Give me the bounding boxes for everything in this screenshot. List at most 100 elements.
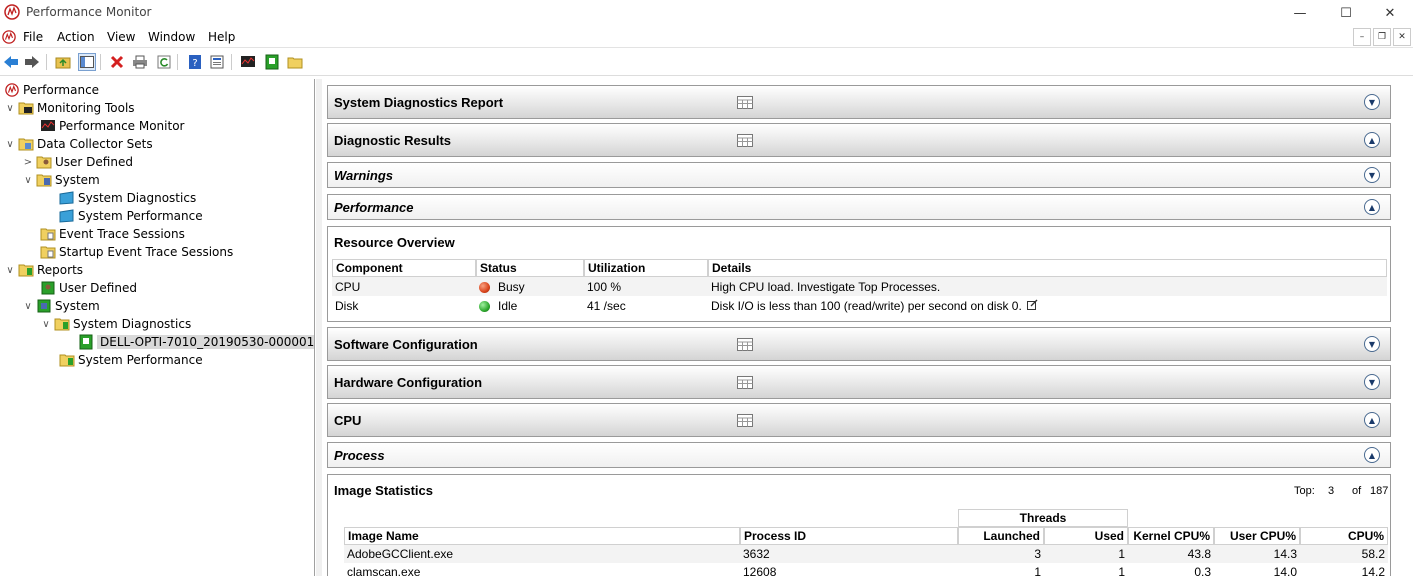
close-button[interactable]: ✕ xyxy=(1367,0,1413,26)
expand-toggle-icon[interactable]: ▼ xyxy=(1364,336,1380,352)
tree-node-performance-monitor[interactable]: Performance Monitor xyxy=(40,117,184,135)
perfmon-icon xyxy=(4,82,20,98)
table-icon[interactable] xyxy=(737,96,753,109)
expand-toggle-icon[interactable]: ▼ xyxy=(1364,374,1380,390)
resource-overview-table: Component Status Utilization Details CPU… xyxy=(332,259,1387,315)
column-header[interactable]: Image Name xyxy=(344,527,740,545)
mdi-restore-button[interactable]: ❐ xyxy=(1373,28,1391,46)
tree-node-data-collector-sets[interactable]: ∨ Data Collector Sets xyxy=(4,135,152,153)
busy-status-icon xyxy=(479,281,490,293)
section-hardware-configuration-header[interactable]: Hardware Configuration ▼ xyxy=(327,365,1391,399)
column-header[interactable]: Process ID xyxy=(740,527,958,545)
column-header[interactable]: Utilization xyxy=(584,259,708,277)
tree-node-performance[interactable]: Performance xyxy=(4,81,99,99)
section-performance-header[interactable]: Performance ▲ xyxy=(327,194,1391,220)
resource-overview-box: Resource Overview Component Status Utili… xyxy=(327,226,1391,322)
expand-toggle-icon[interactable]: ▼ xyxy=(1364,94,1380,110)
details-cell: High CPU load. Investigate Top Processes… xyxy=(708,277,1387,296)
report-icon[interactable] xyxy=(263,53,281,71)
data-collector-icon xyxy=(59,208,75,224)
back-icon[interactable] xyxy=(2,53,20,71)
up-folder-icon[interactable] xyxy=(54,53,72,71)
mdi-close-button[interactable]: ✕ xyxy=(1393,28,1411,46)
print-icon[interactable] xyxy=(131,53,149,71)
top-count[interactable]: 3 xyxy=(1328,485,1334,497)
chevron-down-icon[interactable]: ∨ xyxy=(40,319,52,330)
tree-node-system-diagnostics[interactable]: System Diagnostics xyxy=(59,189,196,207)
column-header[interactable]: Status xyxy=(476,259,584,277)
user-cpu-cell: 14.3 xyxy=(1214,545,1300,563)
section-title: Process xyxy=(334,448,385,463)
title-bar: Performance Monitor — ☐ ✕ xyxy=(0,0,1413,26)
tree-node-dcs-user-defined[interactable]: > User Defined xyxy=(22,153,133,171)
tree-node-event-trace-sessions[interactable]: Event Trace Sessions xyxy=(40,225,185,243)
user-report-icon xyxy=(40,280,56,296)
table-icon[interactable] xyxy=(737,376,753,389)
tree-node-system-performance[interactable]: System Performance xyxy=(59,207,203,225)
expand-toggle-icon[interactable]: ▼ xyxy=(1364,167,1380,183)
perfmon-menu-icon[interactable] xyxy=(2,30,16,44)
window-title: Performance Monitor xyxy=(26,5,152,19)
collapse-toggle-icon[interactable]: ▲ xyxy=(1364,447,1380,463)
table-icon[interactable] xyxy=(737,338,753,351)
forward-icon[interactable] xyxy=(23,53,41,71)
data-collector-sets-icon xyxy=(18,136,34,152)
system-report-icon xyxy=(36,298,52,314)
show-hide-console-tree-icon[interactable] xyxy=(78,53,96,71)
section-process-header[interactable]: Process ▲ xyxy=(327,442,1391,468)
chevron-down-icon[interactable]: ∨ xyxy=(4,139,16,150)
section-report-header[interactable]: System Diagnostics Report ▼ xyxy=(327,85,1391,119)
tree-node-dcs-system[interactable]: ∨ System xyxy=(22,171,99,189)
menu-window[interactable]: Window xyxy=(148,30,195,44)
tree-node-reports[interactable]: ∨ Reports xyxy=(4,261,83,279)
collapse-toggle-icon[interactable]: ▲ xyxy=(1364,132,1380,148)
section-warnings-header[interactable]: Warnings ▼ xyxy=(327,162,1391,188)
collapse-toggle-icon[interactable]: ▲ xyxy=(1364,199,1380,215)
mdi-minimize-button[interactable]: – xyxy=(1353,28,1371,46)
column-header[interactable]: Component xyxy=(332,259,476,277)
column-header[interactable]: User CPU% xyxy=(1214,527,1300,545)
chevron-down-icon[interactable]: ∨ xyxy=(22,175,34,186)
tree-node-rep-system-performance[interactable]: System Performance xyxy=(59,351,203,369)
folder-icon[interactable] xyxy=(286,53,304,71)
tree-node-monitoring-tools[interactable]: ∨ Monitoring Tools xyxy=(4,99,134,117)
chevron-down-icon[interactable]: ∨ xyxy=(4,103,16,114)
column-header[interactable]: Used xyxy=(1044,527,1128,545)
tree-node-rep-system[interactable]: ∨ System xyxy=(22,297,99,315)
performance-monitor-icon[interactable] xyxy=(239,53,257,71)
menu-file[interactable]: File xyxy=(23,30,43,44)
table-icon[interactable] xyxy=(737,134,753,147)
kernel-cpu-cell: 43.8 xyxy=(1128,545,1214,563)
section-software-configuration-header[interactable]: Software Configuration ▼ xyxy=(327,327,1391,361)
table-icon[interactable] xyxy=(737,414,753,427)
column-header[interactable]: Kernel CPU% xyxy=(1128,527,1214,545)
tree-node-report-item[interactable]: DELL-OPTI-7010_20190530-000001 xyxy=(78,333,314,351)
refresh-icon[interactable] xyxy=(155,53,173,71)
section-title: Warnings xyxy=(334,168,393,183)
section-diagnostic-results-header[interactable]: Diagnostic Results ▲ xyxy=(327,123,1391,157)
tree-node-rep-user-defined[interactable]: User Defined xyxy=(40,279,137,297)
maximize-button[interactable]: ☐ xyxy=(1323,0,1369,26)
menu-action[interactable]: Action xyxy=(57,30,95,44)
chevron-right-icon[interactable]: > xyxy=(22,157,34,168)
chevron-down-icon[interactable]: ∨ xyxy=(22,301,34,312)
utilization-cell: 41 /sec xyxy=(587,298,626,313)
menu-help[interactable]: Help xyxy=(208,30,235,44)
edit-note-icon[interactable] xyxy=(1027,299,1038,310)
chevron-down-icon[interactable]: ∨ xyxy=(4,265,16,276)
collapse-toggle-icon[interactable]: ▲ xyxy=(1364,412,1380,428)
delete-icon[interactable] xyxy=(108,53,126,71)
column-header[interactable]: CPU% xyxy=(1300,527,1388,545)
table-row: clamscan.exe 12608 1 1 0.3 14.0 14.2 xyxy=(344,563,1388,576)
minimize-button[interactable]: — xyxy=(1277,0,1323,26)
section-cpu-header[interactable]: CPU ▲ xyxy=(327,403,1391,437)
help-icon[interactable]: ? xyxy=(186,53,204,71)
column-header[interactable]: Details xyxy=(708,259,1387,277)
tree-node-startup-event-trace-sessions[interactable]: Startup Event Trace Sessions xyxy=(40,243,233,261)
properties-icon[interactable] xyxy=(208,53,226,71)
image-name-cell: clamscan.exe xyxy=(347,565,421,576)
menu-view[interactable]: View xyxy=(107,30,135,44)
table-row: CPU Busy 100 % High CPU load. Investigat… xyxy=(332,277,1387,296)
tree-node-rep-system-diagnostics[interactable]: ∨ System Diagnostics xyxy=(40,315,191,333)
column-header[interactable]: Launched xyxy=(958,527,1044,545)
